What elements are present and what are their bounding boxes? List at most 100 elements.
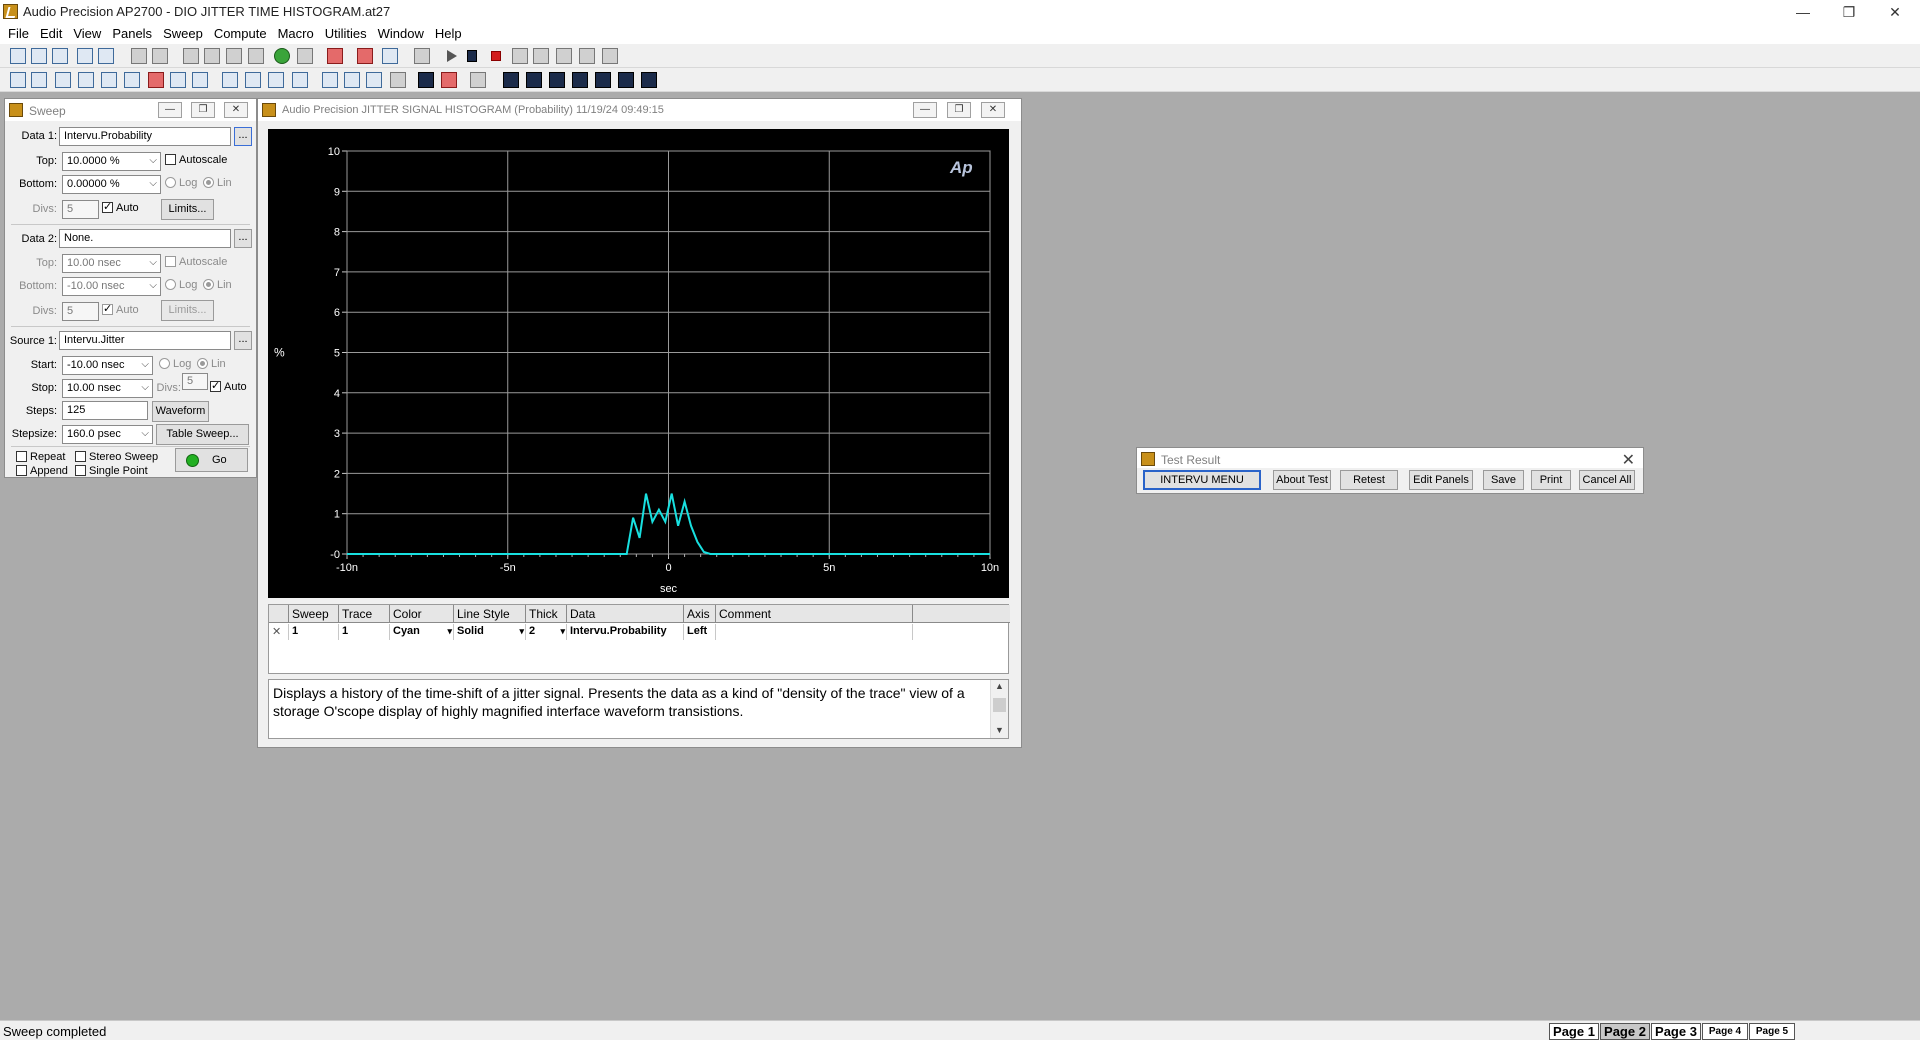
panel-6-icon[interactable]: [618, 72, 634, 88]
graph-minimize-button[interactable]: —: [913, 102, 937, 118]
data1-bottom-combo[interactable]: 0.00000 % ⌵: [62, 175, 161, 194]
sweep-minimize-button[interactable]: —: [158, 102, 182, 118]
panel-5-icon[interactable]: [595, 72, 611, 88]
panel-3-icon[interactable]: [549, 72, 565, 88]
new-page-icon[interactable]: [31, 48, 47, 64]
pdf-icon[interactable]: [327, 48, 343, 64]
menu-compute[interactable]: Compute: [209, 24, 273, 44]
toggle-blue-icon[interactable]: [382, 48, 398, 64]
dcx-icon[interactable]: [222, 72, 238, 88]
pause-icon[interactable]: [467, 50, 477, 62]
data1-field[interactable]: Intervu.Probability: [59, 127, 231, 146]
cell-trace[interactable]: 1: [339, 624, 390, 640]
page-tab-5[interactable]: Page 5: [1749, 1023, 1795, 1040]
step-icon[interactable]: [533, 48, 549, 64]
play-icon[interactable]: [447, 50, 457, 62]
graph-close-button[interactable]: ✕: [981, 102, 1005, 118]
notes-icon[interactable]: [470, 72, 486, 88]
print-preview-icon[interactable]: [152, 48, 168, 64]
open-icon[interactable]: [52, 48, 68, 64]
paste-icon[interactable]: [248, 48, 264, 64]
switcher-icon[interactable]: [245, 72, 261, 88]
data2-auto-checkbox[interactable]: Auto: [102, 302, 139, 316]
hand-icon[interactable]: [512, 48, 528, 64]
cell-thick[interactable]: 2 ▾: [526, 624, 567, 640]
intervu-menu-button[interactable]: INTERVU MENU: [1143, 470, 1261, 490]
page-tab-3[interactable]: Page 3: [1651, 1023, 1701, 1040]
settling-icon[interactable]: [292, 72, 308, 88]
source1-lin-radio[interactable]: Lin: [197, 358, 226, 370]
col-sweep[interactable]: Sweep: [289, 605, 339, 623]
panel-2-icon[interactable]: [526, 72, 542, 88]
save-button[interactable]: Save: [1483, 470, 1524, 490]
panel-4-icon[interactable]: [572, 72, 588, 88]
cell-color[interactable]: Cyan ▾: [390, 624, 454, 640]
panel-7-icon[interactable]: [641, 72, 657, 88]
cut-icon[interactable]: [204, 48, 220, 64]
start-combo[interactable]: -10.00 nsec ⌵: [62, 356, 153, 375]
cell-sweep[interactable]: 1: [289, 624, 339, 640]
arrow-right-icon[interactable]: [322, 72, 338, 88]
page-tab-2[interactable]: Page 2: [1600, 1023, 1650, 1040]
data1-top-combo[interactable]: 10.0000 % ⌵: [62, 152, 161, 171]
scroll-thumb[interactable]: [993, 698, 1006, 712]
meter-icon[interactable]: [170, 72, 186, 88]
col-axis[interactable]: Axis: [684, 605, 716, 623]
analog-gen-icon[interactable]: [31, 72, 47, 88]
table-icon[interactable]: [390, 72, 406, 88]
menu-file[interactable]: File: [3, 24, 35, 44]
row-enable-checkbox[interactable]: ✕: [269, 624, 289, 640]
data2-bottom-combo[interactable]: -10.00 nsec ⌵: [62, 277, 161, 296]
menu-sweep[interactable]: Sweep: [158, 24, 209, 44]
data2-field[interactable]: None.: [59, 229, 231, 248]
undo-icon[interactable]: [183, 48, 199, 64]
minimize-button[interactable]: —: [1780, 0, 1826, 24]
print-button[interactable]: Print: [1531, 470, 1571, 490]
data1-browse-button[interactable]: ...: [234, 127, 252, 146]
menu-panels[interactable]: Panels: [107, 24, 158, 44]
filter-icon[interactable]: [78, 72, 94, 88]
step-back-icon[interactable]: [556, 48, 572, 64]
data1-log-radio[interactable]: Log: [165, 177, 197, 189]
menu-window[interactable]: Window: [373, 24, 430, 44]
copy-icon[interactable]: [226, 48, 242, 64]
data2-divs-field[interactable]: 5: [62, 302, 99, 321]
col-data[interactable]: Data: [567, 605, 684, 623]
source1-auto-checkbox[interactable]: Auto: [210, 379, 247, 393]
cell-data[interactable]: Intervu.Probability: [567, 624, 684, 640]
page-tab-4[interactable]: Page 4: [1702, 1023, 1748, 1040]
panel-1-icon[interactable]: [503, 72, 519, 88]
data1-limits-button[interactable]: Limits...: [161, 199, 214, 220]
sweep-close-button[interactable]: ✕: [224, 102, 248, 118]
col-comment[interactable]: Comment: [716, 605, 913, 623]
data2-top-combo[interactable]: 10.00 nsec ⌵: [62, 254, 161, 273]
stop-icon[interactable]: [491, 51, 501, 61]
bargraph-icon[interactable]: [148, 72, 164, 88]
graph-icon[interactable]: [10, 72, 26, 88]
data1-divs-field[interactable]: 5: [62, 200, 99, 219]
sweep-icon[interactable]: [268, 72, 284, 88]
breakpoint-icon[interactable]: [579, 48, 595, 64]
edit-panels-button[interactable]: Edit Panels: [1409, 470, 1473, 490]
source1-field[interactable]: Intervu.Jitter: [59, 331, 231, 350]
analyzer-icon[interactable]: [55, 72, 71, 88]
col-color[interactable]: Color: [390, 605, 454, 623]
chart-icon[interactable]: [366, 72, 382, 88]
go-icon[interactable]: [274, 48, 290, 64]
retest-button[interactable]: Retest: [1340, 470, 1398, 490]
test-result-close-button[interactable]: ✕: [1622, 450, 1635, 470]
save-icon[interactable]: [77, 48, 93, 64]
bug-icon[interactable]: [441, 72, 457, 88]
menu-edit[interactable]: Edit: [35, 24, 68, 44]
menu-help[interactable]: Help: [430, 24, 468, 44]
data2-log-radio[interactable]: Log: [165, 279, 197, 291]
graph-plot-area[interactable]: -0 1 2 3 4 5 6 7 8 9 10 -10n -5n 0 5n 10n sec% Ap: [268, 129, 1009, 598]
data1-autoscale-checkbox[interactable]: Autoscale: [165, 154, 227, 166]
restore-button[interactable]: ❐: [1826, 0, 1872, 24]
toggle-red-icon[interactable]: [357, 48, 373, 64]
waveform-button[interactable]: Waveform: [152, 401, 209, 422]
digital-io-icon[interactable]: [124, 72, 140, 88]
clear-breakpoint-icon[interactable]: [602, 48, 618, 64]
data1-auto-checkbox[interactable]: Auto: [102, 200, 139, 214]
repeat-checkbox[interactable]: Repeat: [16, 451, 65, 463]
